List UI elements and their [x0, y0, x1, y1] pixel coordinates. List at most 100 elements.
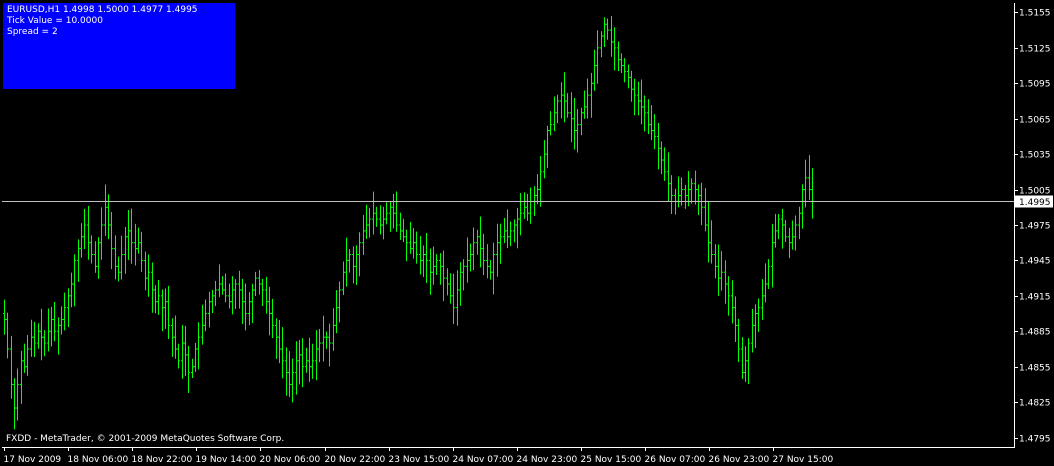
- ohlc-bar: [144, 251, 147, 291]
- ohlc-bar: [258, 269, 261, 295]
- ohlc-bar: [73, 254, 76, 307]
- ohlc-bar: [425, 233, 428, 284]
- ohlc-bar: [365, 204, 368, 239]
- ohlc-bar: [57, 317, 60, 355]
- ohlc-bar: [305, 347, 308, 373]
- ohlc-bar: [120, 235, 123, 280]
- price-tick-label: 1.5155: [1019, 9, 1051, 19]
- ohlc-bar: [710, 220, 713, 264]
- ohlc-bar: [566, 93, 569, 118]
- ohlc-bar: [476, 229, 479, 255]
- price-tick-label: 1.4825: [1019, 399, 1051, 409]
- ohlc-bar: [77, 239, 80, 282]
- ohlc-bar: [47, 308, 50, 352]
- ohlc-bar: [764, 263, 767, 303]
- ohlc-bar: [358, 232, 361, 277]
- ohlc-bar: [469, 243, 472, 272]
- ohlc-bar: [653, 114, 656, 150]
- ohlc-bar: [606, 18, 609, 40]
- ohlc-bar: [623, 58, 626, 83]
- ohlc-bar: [724, 260, 727, 304]
- ohlc-bar: [449, 273, 452, 304]
- ohlc-bar: [459, 262, 462, 306]
- ohlc-bar: [784, 220, 787, 242]
- ohlc-bar: [248, 291, 251, 326]
- ohlc-bar: [472, 227, 475, 270]
- ohlc-bar: [553, 96, 556, 132]
- ohlc-bar: [177, 343, 180, 369]
- ohlc-bar: [130, 208, 133, 264]
- time-tick-label: 24 Nov 07:00: [453, 455, 514, 465]
- ohlc-bar: [201, 304, 204, 345]
- ohlc-bar: [100, 207, 103, 260]
- ohlc-bar: [127, 209, 130, 260]
- ohlc-bar: [37, 323, 40, 349]
- ohlc-bar: [446, 268, 449, 296]
- ohlc-bar: [311, 343, 314, 379]
- ohlc-bar: [781, 208, 784, 249]
- ohlc-bar: [328, 323, 331, 367]
- ohlc-bar: [83, 208, 86, 250]
- ohlc-bar: [10, 335, 13, 399]
- ohlc-bar: [244, 283, 247, 331]
- ohlc-bar: [456, 270, 459, 326]
- ohlc-bar: [479, 216, 482, 268]
- ohlc-bar: [684, 184, 687, 209]
- ohlc-bar: [442, 250, 445, 302]
- ohlc-bar: [402, 218, 405, 243]
- ohlc-bar: [563, 72, 566, 123]
- ohlc-bar: [268, 286, 271, 336]
- ohlc-bar: [761, 279, 764, 320]
- ohlc-bar: [727, 276, 730, 316]
- ohlc-bar: [707, 202, 710, 263]
- ohlc-bar: [325, 331, 328, 349]
- ohlc-bar: [288, 351, 291, 397]
- ohlc-bar: [157, 280, 160, 315]
- ohlc-bar: [399, 212, 402, 240]
- ohlc-bar: [788, 227, 791, 259]
- ohlc-bar: [412, 227, 415, 259]
- ohlc-bar: [362, 214, 365, 255]
- ohlc-bar: [697, 184, 700, 216]
- ohlc-bar: [295, 341, 298, 395]
- price-tick-label: 1.4945: [1019, 257, 1051, 267]
- price-tick-label: 1.5005: [1019, 187, 1051, 197]
- ohlc-bar: [94, 241, 97, 273]
- ohlc-bar: [3, 299, 6, 335]
- ohlc-bar: [432, 246, 435, 285]
- chart-window[interactable]: 1.5155 1.5125 1.5095 1.5065 1.5035 1.5005 1.49…: [0, 0, 1054, 466]
- time-tick-label: 24 Nov 23:00: [517, 455, 578, 465]
- ohlc-bar: [633, 78, 636, 116]
- time-tick-label: 17 Nov 2009: [4, 455, 62, 465]
- ohlc-bar: [332, 308, 335, 351]
- ohlc-bar: [265, 276, 268, 314]
- ohlc-bar: [275, 318, 278, 359]
- ohlc-bar: [184, 325, 187, 377]
- ohlc-bar: [570, 92, 573, 143]
- ohlc-bar: [389, 201, 392, 232]
- ohlc-bar: [385, 202, 388, 225]
- ohlc-bar: [26, 334, 29, 376]
- ohlc-bar: [16, 368, 19, 421]
- ohlc-bar: [586, 78, 589, 119]
- ohlc-bar: [33, 321, 36, 358]
- ohlc-bar: [539, 156, 542, 207]
- ohlc-bar: [657, 123, 660, 170]
- ohlc-bar: [63, 292, 66, 331]
- ohlc-bar: [322, 315, 325, 362]
- ohlc-bar: [734, 296, 737, 343]
- ohlc-bar: [731, 280, 734, 324]
- ohlc-bar: [382, 206, 385, 240]
- ohlc-bar: [777, 214, 780, 240]
- ohlc-bar: [50, 306, 53, 347]
- time-tick-label: 23 Nov 15:00: [389, 455, 450, 465]
- current-price-label: 1.4995: [1019, 198, 1051, 208]
- ohlc-bar: [23, 343, 26, 373]
- ohlc-bar: [516, 207, 519, 249]
- ohlc-bar: [529, 187, 532, 224]
- symbol-quote-line: EURUSD,H1 1.4998 1.5000 1.4977 1.4995: [7, 5, 198, 15]
- ohlc-bar: [466, 237, 469, 283]
- price-tick-label: 1.4915: [1019, 293, 1051, 303]
- ohlc-bar: [114, 235, 117, 280]
- current-price-tag: 1.4995: [1015, 195, 1053, 208]
